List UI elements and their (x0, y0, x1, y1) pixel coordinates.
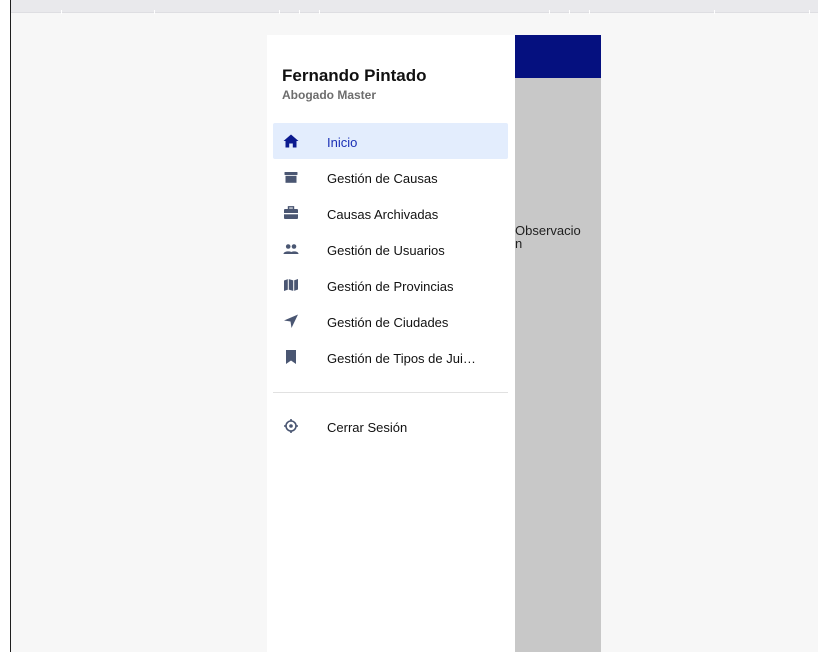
observacion-partial-text: Observacio n (515, 223, 581, 251)
home-icon (283, 134, 299, 148)
menu-item-gestion-causas[interactable]: Gestión de Causas (273, 159, 508, 195)
window-left-edge (0, 0, 11, 652)
drawer-menu: Inicio Gestión de Causas Causas Archivad… (273, 123, 508, 375)
user-role: Abogado Master (282, 88, 377, 102)
menu-item-gestion-provincias[interactable]: Gestión de Provincias (273, 267, 508, 303)
top-strip (11, 0, 818, 14)
menu-item-inicio[interactable]: Inicio (273, 123, 508, 159)
menu-item-gestion-tipos-juicio[interactable]: Gestión de Tipos de Jui… (273, 339, 508, 375)
location-arrow-icon (284, 314, 298, 328)
menu-item-label: Inicio (327, 135, 358, 150)
menu-item-causas-archivadas[interactable]: Causas Archivadas (273, 195, 508, 231)
menu-item-gestion-ciudades[interactable]: Gestión de Ciudades (273, 303, 508, 339)
menu-item-label: Gestión de Causas (327, 171, 438, 186)
phone-screen: Observacio n Fernando Pintado Abogado Ma… (267, 35, 601, 652)
menu-item-label: Gestión de Provincias (327, 279, 454, 294)
logout-icon (284, 419, 298, 433)
map-icon (284, 279, 298, 291)
navigation-drawer: Fernando Pintado Abogado Master Inicio G… (267, 35, 515, 652)
menu-item-label: Gestión de Usuarios (327, 243, 445, 258)
logout-button[interactable]: Cerrar Sesión (273, 408, 508, 444)
users-icon (283, 244, 299, 254)
menu-item-label: Gestión de Ciudades (327, 315, 449, 330)
user-name: Fernando Pintado (282, 66, 427, 85)
menu-item-label: Causas Archivadas (327, 207, 439, 222)
briefcase-icon (284, 206, 298, 219)
menu-item-label: Gestión de Tipos de Jui… (327, 351, 476, 366)
menu-divider (273, 392, 508, 393)
menu-item-gestion-usuarios[interactable]: Gestión de Usuarios (273, 231, 508, 267)
logout-label: Cerrar Sesión (327, 420, 408, 435)
box-icon (284, 172, 298, 183)
bookmark-icon (286, 350, 296, 364)
